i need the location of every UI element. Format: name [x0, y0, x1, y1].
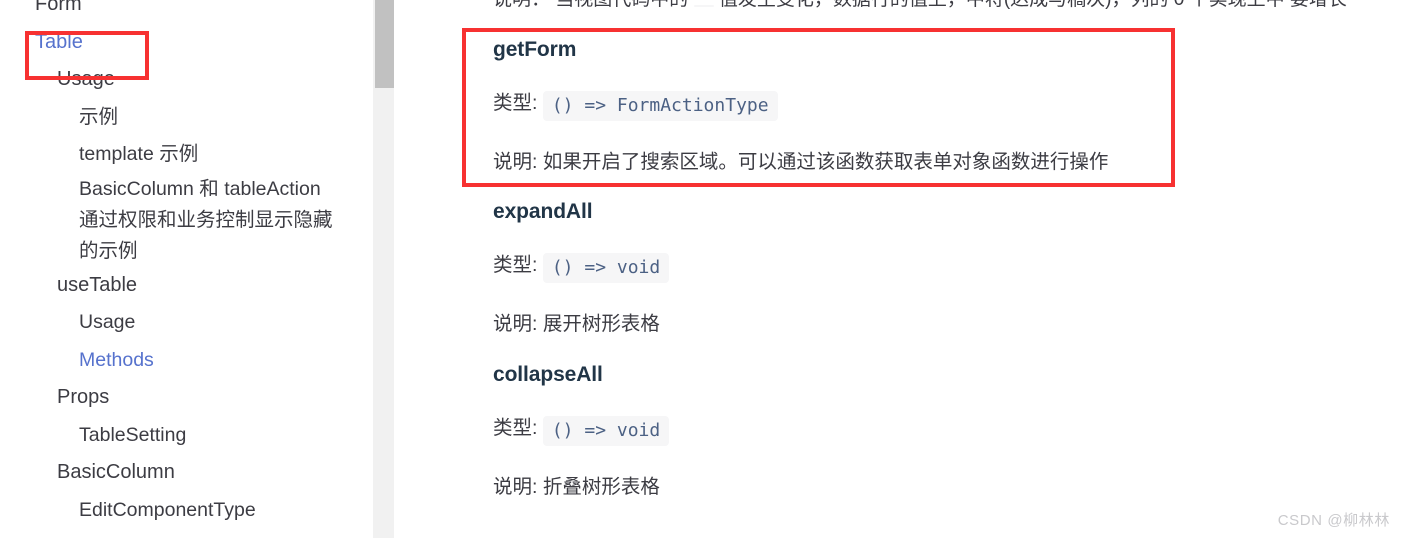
sidebar-item-basiccolumn[interactable]: BasicColumn — [0, 454, 373, 492]
sidebar-item-basiccolumn-tableaction[interactable]: BasicColumn 和 tableAction 通过权限和业务控制显示隐藏的… — [0, 174, 373, 267]
sidebar-item-cellformat[interactable]: CellFormat — [0, 529, 373, 538]
api-desc-label-getform: 说明: — [493, 151, 538, 173]
main-content: 说明： 当视图代码中的 值发生变化，数据行的值上，中将(达成与稿次)，列的 0 … — [394, 0, 1404, 538]
api-type-value-expandall: () => void — [542, 253, 670, 283]
api-block-expandall: expandAll 类型: () => void 说明: 展开树形表格 — [493, 198, 1293, 339]
api-type-row-collapseall: 类型: () => void — [493, 413, 1293, 446]
api-desc-row-expandall: 说明: 展开树形表格 — [493, 309, 1293, 339]
api-title-expandall: expandAll — [493, 200, 593, 223]
sidebar-item-methods[interactable]: Methods — [0, 342, 373, 380]
sidebar-item-table[interactable]: Table — [0, 24, 373, 62]
api-type-row-getform: 类型: () => FormActionType — [493, 88, 1293, 121]
api-type-label-expandall: 类型: — [493, 254, 538, 276]
api-block-getform: getForm 类型: () => FormActionType 说明: 如果开… — [493, 36, 1293, 177]
api-block-collapseall: collapseAll 类型: () => void 说明: 折叠树形表格 — [493, 361, 1293, 502]
api-desc-value-collapseall: 折叠树形表格 — [542, 476, 660, 498]
api-desc-value-getform: 如果开启了搜索区域。可以通过该函数获取表单对象函数进行操作 — [542, 151, 1109, 173]
sidebar-item-usetable-usage[interactable]: Usage — [0, 304, 373, 342]
clipped-paragraph-before: 说明： 当视图代码中的 — [493, 0, 688, 10]
clipped-paragraph-after: 值发生变化，数据行的值上，中将(达成与稿次)，列的 0 个实现上中 要增长 — [719, 0, 1347, 10]
api-type-row-expandall: 类型: () => void — [493, 250, 1293, 283]
sidebar-nav: Form Table Usage 示例 template 示例 BasicCol… — [0, 0, 373, 538]
sidebar-item-props[interactable]: Props — [0, 379, 373, 417]
api-type-label-collapseall: 类型: — [493, 417, 538, 439]
sidebar-item-usage[interactable]: Usage — [0, 61, 373, 99]
sidebar-scrollbar-thumb[interactable] — [375, 0, 394, 88]
csdn-watermark: CSDN @柳林林 — [1277, 512, 1390, 529]
sidebar-item-tablesetting[interactable]: TableSetting — [0, 417, 373, 455]
sidebar-scrollbar-track[interactable] — [373, 0, 394, 538]
api-desc-row-getform: 说明: 如果开启了搜索区域。可以通过该函数获取表单对象函数进行操作 — [493, 147, 1293, 177]
api-type-label-getform: 类型: — [493, 92, 538, 114]
sidebar-item-template-shili[interactable]: template 示例 — [0, 136, 373, 174]
clipped-paragraph-code-chip — [693, 5, 714, 7]
sidebar-item-form[interactable]: Form — [0, 0, 373, 24]
sidebar-item-editcomponenttype[interactable]: EditComponentType — [0, 492, 373, 530]
clipped-paragraph: 说明： 当视图代码中的 值发生变化，数据行的值上，中将(达成与稿次)，列的 0 … — [493, 0, 1404, 13]
sidebar-item-usetable[interactable]: useTable — [0, 267, 373, 305]
api-desc-label-collapseall: 说明: — [493, 476, 538, 498]
api-desc-row-collapseall: 说明: 折叠树形表格 — [493, 472, 1293, 502]
sidebar-item-list: Form Table Usage 示例 template 示例 BasicCol… — [0, 0, 373, 538]
api-title-collapseall: collapseAll — [493, 363, 603, 386]
api-title-getform: getForm — [493, 38, 577, 61]
api-desc-value-expandall: 展开树形表格 — [542, 313, 660, 335]
sidebar-item-shili[interactable]: 示例 — [0, 99, 373, 137]
api-type-value-getform: () => FormActionType — [542, 91, 778, 121]
api-type-value-collapseall: () => void — [542, 416, 670, 446]
api-desc-label-expandall: 说明: — [493, 313, 538, 335]
